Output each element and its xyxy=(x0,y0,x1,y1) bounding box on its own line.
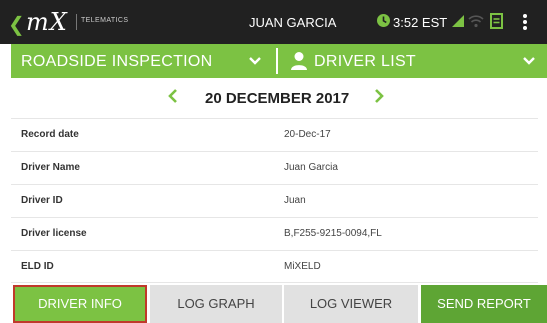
next-day-chevron-icon[interactable] xyxy=(373,88,385,109)
table-row: ELD ID MiXELD xyxy=(11,250,538,283)
clock-icon xyxy=(376,13,391,33)
row-label: Record date xyxy=(21,129,79,140)
chevron-down-icon xyxy=(248,54,262,72)
logo-divider xyxy=(76,14,77,30)
bottom-tab-bar: DRIVER INFO LOG GRAPH LOG VIEWER SEND RE… xyxy=(11,285,547,323)
row-label: Driver Name xyxy=(21,162,80,173)
selected-date: 20 DECEMBER 2017 xyxy=(205,90,350,107)
table-row: Driver Name Juan Garcia xyxy=(11,151,538,184)
cell-signal-icon xyxy=(451,14,465,33)
person-icon xyxy=(290,51,308,76)
row-label: Driver ID xyxy=(21,195,63,206)
document-icon[interactable] xyxy=(490,13,503,34)
wifi-icon xyxy=(468,14,484,33)
previous-day-chevron-icon[interactable] xyxy=(167,88,179,109)
row-value: Juan xyxy=(284,195,306,206)
status-bar: ❮ mX TELEMATICS JUAN GARCIA 3:52 EST xyxy=(0,0,547,44)
row-value: Juan Garcia xyxy=(284,162,338,173)
current-user: JUAN GARCIA xyxy=(249,15,337,30)
roadside-inspection-dropdown[interactable]: ROADSIDE INSPECTION xyxy=(11,44,275,78)
row-label: Driver license xyxy=(21,228,87,239)
table-row: Record date 20-Dec-17 xyxy=(11,118,538,151)
chevron-down-icon xyxy=(522,54,536,72)
date-navigator: 20 DECEMBER 2017 xyxy=(11,78,547,118)
header-bar: ROADSIDE INSPECTION DRIVER LIST xyxy=(11,44,547,78)
table-row: Driver ID Juan xyxy=(11,184,538,217)
tab-log-viewer[interactable]: LOG VIEWER xyxy=(284,285,418,323)
mix-logo: mX xyxy=(26,8,68,36)
row-value: MiXELD xyxy=(284,261,321,272)
row-value: B,F255-9215-0094,FL xyxy=(284,228,382,239)
driver-list-dropdown[interactable]: DRIVER LIST xyxy=(278,44,547,78)
more-vertical-icon[interactable] xyxy=(522,13,528,36)
row-label: ELD ID xyxy=(21,261,54,272)
table-row: Driver license B,F255-9215-0094,FL xyxy=(11,217,538,250)
tab-driver-info[interactable]: DRIVER INFO xyxy=(13,285,147,323)
clock-time: 3:52 EST xyxy=(393,15,448,30)
back-chevron-icon[interactable]: ❮ xyxy=(8,12,25,37)
roadside-inspection-label: ROADSIDE INSPECTION xyxy=(21,53,213,70)
tab-log-graph[interactable]: LOG GRAPH xyxy=(150,285,282,323)
driver-info-table: Record date 20-Dec-17 Driver Name Juan G… xyxy=(11,118,538,283)
driver-list-label: DRIVER LIST xyxy=(314,53,416,70)
brand-subtitle: TELEMATICS xyxy=(81,17,129,24)
row-value: 20-Dec-17 xyxy=(284,129,331,140)
send-report-button[interactable]: SEND REPORT xyxy=(421,285,547,323)
